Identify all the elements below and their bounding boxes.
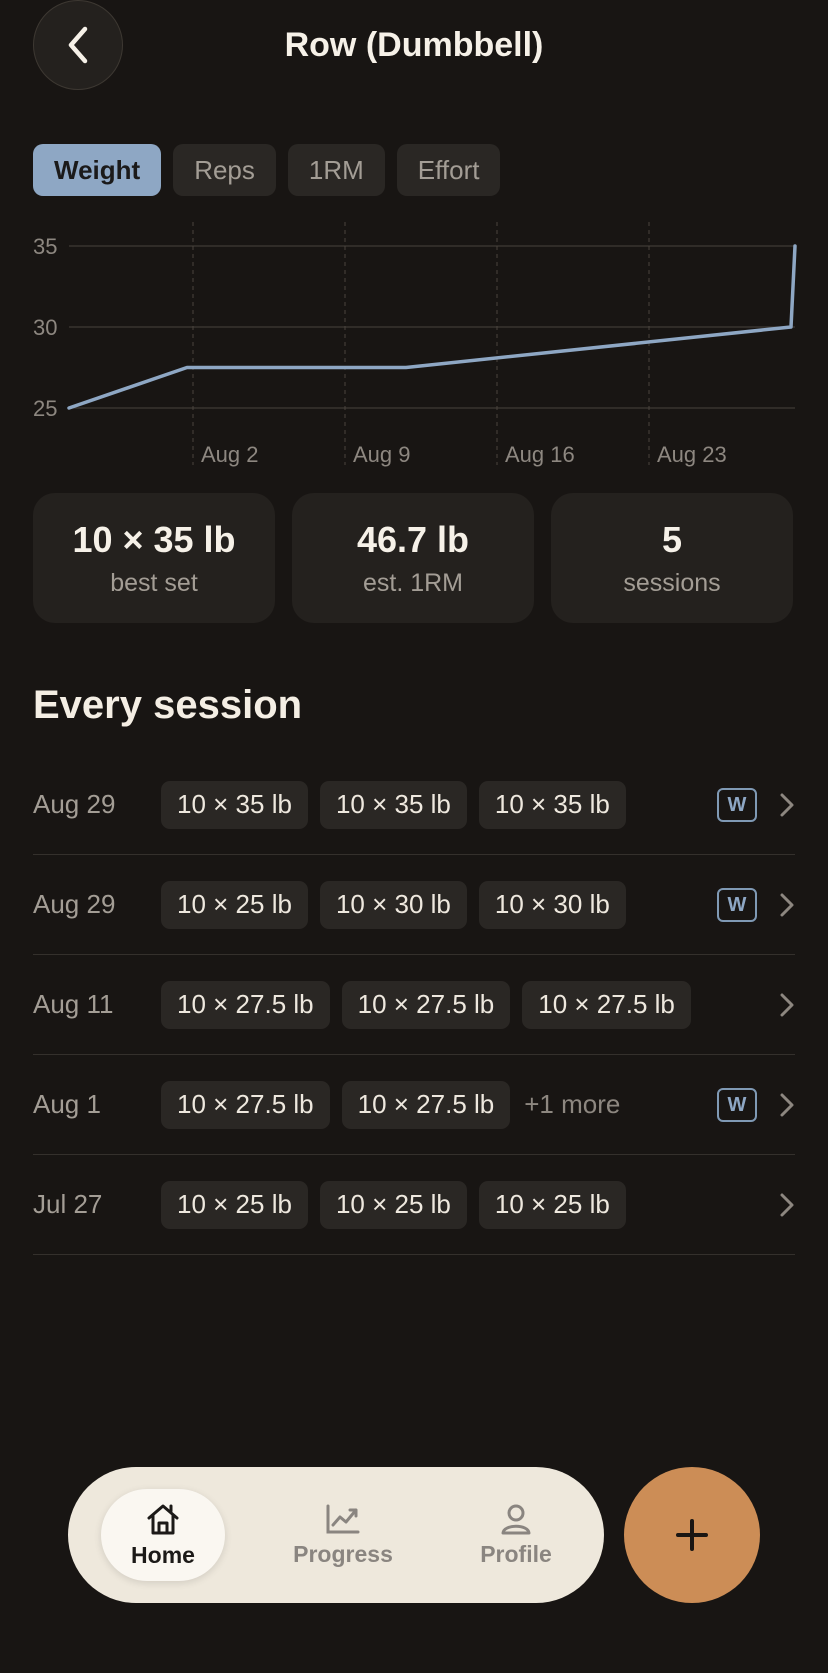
set-chip: 10 × 25 lb [161, 1180, 308, 1229]
stat-value: 10 × 35 lb [72, 518, 236, 560]
weight-chart: 35 30 25 Aug 2 Aug 9 Aug 16 Aug 23 [33, 222, 797, 467]
chevron-right-icon [780, 793, 794, 817]
nav-label: Profile [480, 1540, 552, 1567]
tab-weight[interactable]: Weight [33, 144, 162, 196]
session-row[interactable]: Jul 27 10 × 25 lb 10 × 25 lb 10 × 25 lb [33, 1155, 795, 1255]
set-chip: 10 × 35 lb [161, 780, 308, 829]
set-chip: 10 × 30 lb [319, 880, 467, 929]
chevron-right-icon [780, 1193, 794, 1217]
set-chip: 10 × 30 lb [478, 880, 626, 929]
session-row[interactable]: Aug 11 10 × 27.5 lb 10 × 27.5 lb 10 × 27… [33, 955, 795, 1055]
plus-icon [676, 1519, 708, 1551]
stat-label: est. 1RM [362, 568, 464, 597]
set-chip: 10 × 25 lb [161, 880, 308, 929]
bottom-nav: Home Progress Profile [68, 1467, 604, 1603]
home-icon [147, 1504, 179, 1534]
session-date: Aug 11 [33, 989, 114, 1019]
session-date: Aug 29 [33, 889, 116, 919]
add-button[interactable] [624, 1467, 760, 1603]
chevron-right-icon [780, 893, 794, 917]
set-chip: 10 × 35 lb [319, 780, 467, 829]
x-tick-label: Aug 2 [201, 442, 259, 467]
nav-label: Progress [293, 1540, 393, 1567]
stat-label: best set [110, 568, 198, 597]
set-chip: 10 × 25 lb [478, 1180, 626, 1229]
tab-1rm[interactable]: 1RM [287, 144, 385, 196]
set-chip: 10 × 27.5 lb [522, 980, 691, 1029]
warmup-badge: W [717, 788, 757, 822]
tab-reps[interactable]: Reps [173, 144, 276, 196]
set-chip: 10 × 27.5 lb [341, 980, 511, 1029]
session-row[interactable]: Aug 29 10 × 35 lb 10 × 35 lb 10 × 35 lb … [33, 755, 795, 855]
session-list: Aug 29 10 × 35 lb 10 × 35 lb 10 × 35 lb … [33, 755, 795, 1255]
page-title: Row (Dumbbell) [284, 26, 544, 64]
session-row[interactable]: Aug 1 10 × 27.5 lb 10 × 27.5 lb +1 more … [33, 1055, 795, 1155]
stat-value: 5 [661, 518, 683, 560]
set-chip: 10 × 27.5 lb [161, 1080, 330, 1129]
warmup-badge: W [717, 1088, 757, 1122]
x-tick-label: Aug 9 [353, 442, 411, 467]
y-tick-label: 25 [33, 396, 57, 421]
y-tick-label: 30 [33, 315, 57, 340]
chevron-right-icon [780, 1093, 794, 1117]
nav-label: Home [131, 1541, 195, 1568]
more-sets-label: +1 more [524, 1089, 621, 1119]
chevron-right-icon [780, 993, 794, 1017]
section-title: Every session [33, 683, 303, 727]
stats-row: 10 × 35 lb best set 46.7 lb est. 1RM 5 s… [33, 493, 793, 623]
session-date: Aug 1 [33, 1089, 101, 1119]
metric-tabs: Weight Reps 1RM Effort [33, 144, 501, 196]
set-chip: 10 × 25 lb [319, 1180, 467, 1229]
stat-sessions: 5 sessions [551, 493, 793, 623]
session-date: Jul 27 [33, 1189, 103, 1219]
stat-label: sessions [623, 568, 721, 597]
stat-est-1rm: 46.7 lb est. 1RM [292, 493, 534, 623]
nav-progress[interactable]: Progress [293, 1503, 393, 1568]
session-row[interactable]: Aug 29 10 × 25 lb 10 × 30 lb 10 × 30 lb … [33, 855, 795, 955]
stat-value: 46.7 lb [356, 518, 470, 560]
nav-profile[interactable]: Profile [480, 1503, 552, 1568]
user-icon [501, 1504, 531, 1534]
x-tick-label: Aug 16 [505, 442, 575, 467]
tab-effort[interactable]: Effort [396, 144, 501, 196]
nav-home[interactable]: Home [101, 1489, 225, 1581]
set-chip: 10 × 35 lb [478, 780, 626, 829]
x-tick-label: Aug 23 [657, 442, 727, 467]
set-chip: 10 × 27.5 lb [161, 980, 330, 1029]
chart-icon [326, 1504, 360, 1533]
y-tick-label: 35 [33, 234, 57, 259]
stat-best-set: 10 × 35 lb best set [33, 493, 275, 623]
session-date: Aug 29 [33, 789, 116, 819]
warmup-badge: W [717, 888, 757, 922]
set-chip: 10 × 27.5 lb [341, 1080, 511, 1129]
